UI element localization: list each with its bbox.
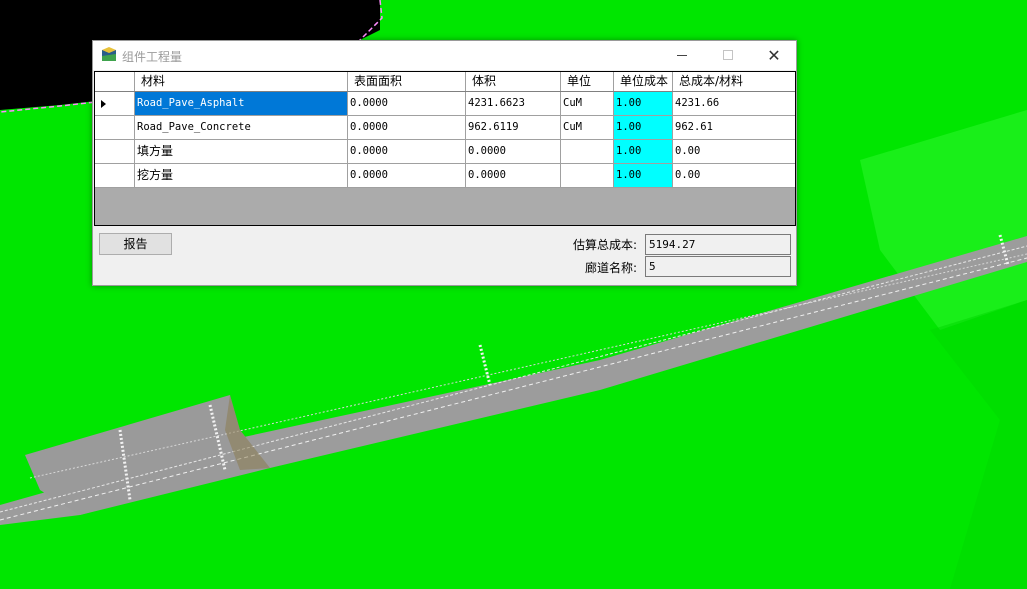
minimize-icon xyxy=(677,55,687,56)
maximize-button[interactable] xyxy=(705,41,751,70)
report-button[interactable]: 报告 xyxy=(99,233,172,255)
column-header-total[interactable]: 总成本/材料 xyxy=(673,72,795,91)
volume-cell[interactable]: 0.0000 xyxy=(466,164,561,187)
row-header[interactable] xyxy=(95,140,135,163)
column-header-volume[interactable]: 体积 xyxy=(466,72,561,91)
component-quantities-dialog: 组件工程量 ✕ 材料 表面面积 体积 单位 单位成本 总成本/材料 Road_P… xyxy=(92,40,797,286)
material-cell[interactable]: 填方量 xyxy=(135,140,348,163)
row-header-corner xyxy=(95,72,135,91)
area-cell[interactable]: 0.0000 xyxy=(348,140,466,163)
close-icon: ✕ xyxy=(767,46,781,65)
unit-cell[interactable] xyxy=(561,140,614,163)
row-header[interactable] xyxy=(95,92,135,115)
column-header-unit[interactable]: 单位 xyxy=(561,72,614,91)
column-header-material[interactable]: 材料 xyxy=(135,72,348,91)
volume-cell[interactable]: 4231.6623 xyxy=(466,92,561,115)
unit-cost-cell[interactable]: 1.00 xyxy=(614,140,673,163)
volume-cell[interactable]: 0.0000 xyxy=(466,140,561,163)
total-cost-label: 估算总成本: xyxy=(572,238,637,252)
row-header[interactable] xyxy=(95,116,135,139)
unit-cost-cell[interactable]: 1.00 xyxy=(614,92,673,115)
material-cell[interactable]: 挖方量 xyxy=(135,164,348,187)
app-icon xyxy=(102,47,116,61)
material-cell[interactable]: Road_Pave_Concrete xyxy=(135,116,348,139)
close-button[interactable]: ✕ xyxy=(751,41,797,70)
quantities-grid[interactable]: 材料 表面面积 体积 单位 单位成本 总成本/材料 Road_Pave_Asph… xyxy=(94,71,796,226)
table-row[interactable]: 填方量 0.0000 0.0000 1.00 0.00 xyxy=(95,140,795,164)
column-header-unit-cost[interactable]: 单位成本 xyxy=(614,72,673,91)
corridor-name-label: 廊道名称: xyxy=(584,261,637,275)
area-cell[interactable]: 0.0000 xyxy=(348,92,466,115)
table-row[interactable]: Road_Pave_Asphalt 0.0000 4231.6623 CuM 1… xyxy=(95,92,795,116)
window-title: 组件工程量 xyxy=(122,50,183,64)
total-cell[interactable]: 0.00 xyxy=(673,164,795,187)
current-row-arrow-icon xyxy=(101,100,106,108)
maximize-icon xyxy=(723,50,733,60)
area-cell[interactable]: 0.0000 xyxy=(348,116,466,139)
material-cell[interactable]: Road_Pave_Asphalt xyxy=(135,92,348,115)
unit-cell[interactable]: CuM xyxy=(561,116,614,139)
area-cell[interactable]: 0.0000 xyxy=(348,164,466,187)
total-cell[interactable]: 0.00 xyxy=(673,140,795,163)
table-row[interactable]: Road_Pave_Concrete 0.0000 962.6119 CuM 1… xyxy=(95,116,795,140)
total-cell[interactable]: 4231.66 xyxy=(673,92,795,115)
unit-cell[interactable]: CuM xyxy=(561,92,614,115)
unit-cell[interactable] xyxy=(561,164,614,187)
unit-cost-cell[interactable]: 1.00 xyxy=(614,164,673,187)
grid-header: 材料 表面面积 体积 单位 单位成本 总成本/材料 xyxy=(95,72,795,92)
minimize-button[interactable] xyxy=(659,41,705,70)
row-header[interactable] xyxy=(95,164,135,187)
table-row[interactable]: 挖方量 0.0000 0.0000 1.00 0.00 xyxy=(95,164,795,188)
total-cell[interactable]: 962.61 xyxy=(673,116,795,139)
unit-cost-cell[interactable]: 1.00 xyxy=(614,116,673,139)
volume-cell[interactable]: 962.6119 xyxy=(466,116,561,139)
column-header-area[interactable]: 表面面积 xyxy=(348,72,466,91)
total-cost-field[interactable]: 5194.27 xyxy=(645,234,791,255)
corridor-name-field[interactable]: 5 xyxy=(645,256,791,277)
title-bar[interactable]: 组件工程量 ✕ xyxy=(93,41,796,70)
